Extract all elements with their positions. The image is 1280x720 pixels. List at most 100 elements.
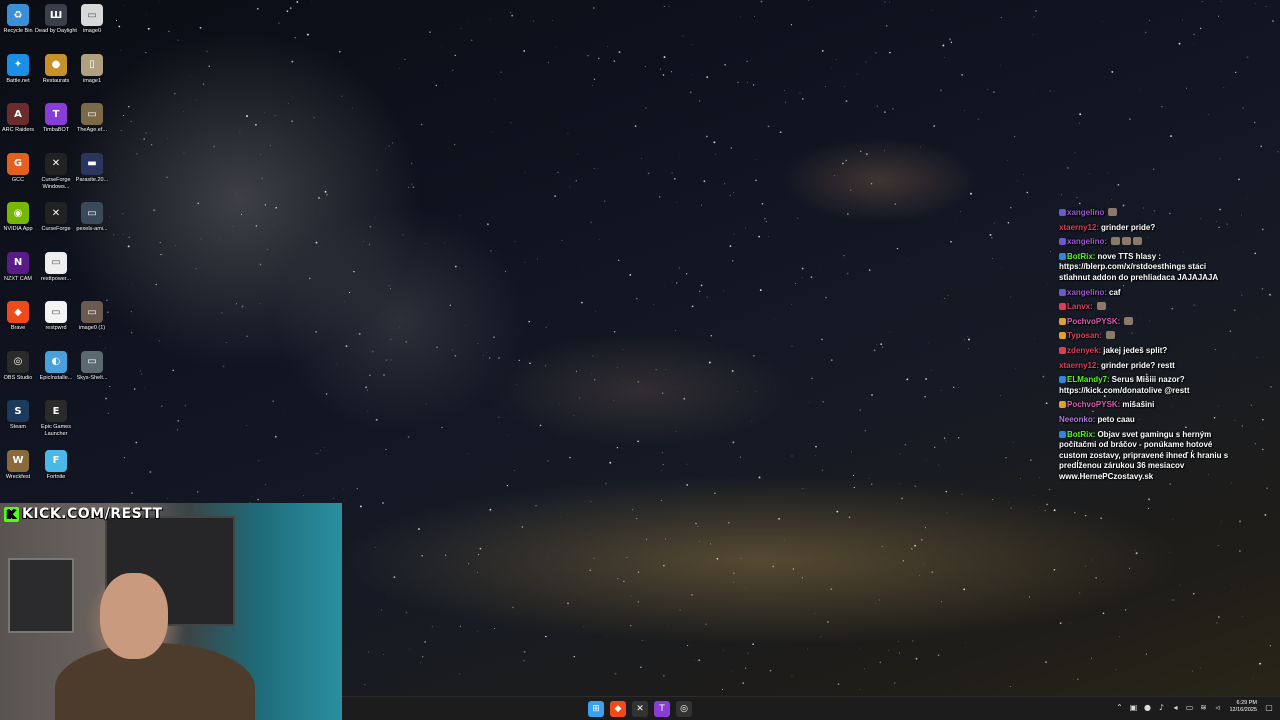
desktop-icon[interactable]: G GCC <box>0 152 36 184</box>
curseforge-taskbar-button[interactable]: ✕ <box>632 701 648 717</box>
star <box>755 179 757 182</box>
desktop-icon[interactable]: S Steam <box>0 400 36 431</box>
monitor-icon[interactable]: ▭ <box>1184 702 1194 712</box>
gcc-icon: G <box>7 152 29 175</box>
desktop-icon[interactable]: ◆ Brave <box>0 301 36 332</box>
desktop-icon[interactable]: W Wreckfest <box>0 449 36 481</box>
star <box>523 50 526 52</box>
star <box>470 39 473 41</box>
star <box>264 112 265 114</box>
star <box>691 74 692 75</box>
desktop-icon[interactable]: ▭ image0 (1) <box>74 301 110 332</box>
star <box>376 169 378 171</box>
notification-icon[interactable]: ▢ <box>1264 702 1274 712</box>
desktop-icon[interactable]: ▭ image0 <box>74 4 110 35</box>
star <box>523 650 526 653</box>
star <box>294 37 296 39</box>
star <box>768 236 769 237</box>
star <box>752 643 754 645</box>
network-icon[interactable]: ≋ <box>1198 702 1208 712</box>
star <box>617 577 619 580</box>
star <box>490 250 492 252</box>
star <box>1148 498 1150 501</box>
desktop-icon-grid: ♻ Recycle Bin Ш Dead by Daylight ▭ image0 ✦ Bat… <box>0 0 112 500</box>
star <box>835 59 837 61</box>
star <box>635 297 638 300</box>
desktop-icon[interactable]: ▭ TheAge.ef... <box>74 103 110 134</box>
desktop-icon[interactable]: ● Restaurats <box>38 53 74 85</box>
desktop-icon[interactable]: ▬ Parasite.20... <box>74 152 110 184</box>
star <box>477 571 478 573</box>
star <box>733 233 735 235</box>
star <box>912 640 914 642</box>
star <box>1253 121 1256 124</box>
desktop-icon[interactable]: N NZXT CAM <box>0 251 36 283</box>
star <box>1254 252 1256 255</box>
folder-icon[interactable]: ▣ <box>1128 702 1138 712</box>
star <box>1085 565 1087 567</box>
star <box>177 39 179 41</box>
desktop-icon[interactable]: ✕ CurseForge Windows... <box>38 152 74 191</box>
desktop-icon[interactable]: Ш Dead by Daylight <box>35 4 77 35</box>
desktop-icon[interactable]: ▭ restpwrd <box>38 301 74 332</box>
star <box>811 377 813 380</box>
desktop-icon[interactable]: ▭ pexels-ami... <box>74 202 110 233</box>
microphone-icon[interactable]: ♪ <box>1156 702 1166 712</box>
app-tray-icon[interactable]: ● <box>1142 702 1152 712</box>
desktop-icon[interactable]: ◎ OBS Studio <box>0 350 36 382</box>
desktop-icon[interactable]: F Fortnite <box>38 449 74 481</box>
desktop-icon[interactable]: ▭ Skys-Shelt... <box>74 350 110 382</box>
desktop-icon[interactable]: ✦ Battle.net <box>0 53 36 85</box>
webcam-overlay <box>0 503 342 720</box>
desktop-icon-label: TheAge.ef... <box>77 127 107 133</box>
obs-taskbar-button[interactable]: ◎ <box>676 701 692 717</box>
star <box>1238 247 1239 249</box>
desktop-icon[interactable]: ♻ Recycle Bin <box>0 4 36 35</box>
star <box>349 291 351 294</box>
star <box>700 204 703 206</box>
start-button[interactable]: ⊞ <box>588 701 604 717</box>
desktop-icon[interactable]: ▯ image1 <box>74 53 110 85</box>
star <box>130 331 133 334</box>
star <box>676 202 677 203</box>
star <box>1238 178 1240 181</box>
star <box>500 71 502 74</box>
clock[interactable]: 6:29 PM 12/16/2025 <box>1229 700 1257 714</box>
desktop-icon[interactable]: ◐ EpicInstalle... <box>38 350 74 382</box>
brave-taskbar-button[interactable]: ◆ <box>610 701 626 717</box>
star <box>444 242 445 244</box>
star <box>494 628 496 630</box>
star <box>904 444 906 446</box>
nzxt-cam-icon: N <box>7 251 29 274</box>
star <box>1009 686 1011 688</box>
star <box>790 24 793 26</box>
desktop-icon[interactable]: ◉ NVIDIA App <box>0 202 36 233</box>
star <box>848 516 851 519</box>
star <box>420 662 422 664</box>
star <box>694 659 695 661</box>
star <box>859 689 861 690</box>
desktop-icon[interactable]: E Epic Games Launcher <box>38 400 74 438</box>
star <box>1261 228 1264 231</box>
star <box>889 51 891 54</box>
star <box>364 684 366 686</box>
star <box>945 490 948 493</box>
chevron-up-icon[interactable]: ⌃ <box>1114 702 1124 712</box>
star <box>533 20 535 22</box>
taskbar: ⊞ ◆ ✕ T ◎ ⌃ ▣ ● ♪ ◂ ▭ ≋ ◃ 6:29 PM 12/16/2025 ▢ <box>342 696 1280 720</box>
star <box>536 258 539 260</box>
star <box>1250 404 1252 406</box>
desktop-icon[interactable]: ▭ resttpower... <box>38 251 74 283</box>
desktop-icon[interactable]: ✕ CurseForge <box>38 202 74 233</box>
star <box>1147 507 1150 509</box>
star <box>593 378 596 381</box>
desktop-icon[interactable]: A ARC Raiders <box>0 103 36 134</box>
star <box>291 60 294 63</box>
star <box>791 675 793 677</box>
volume-icon[interactable]: ◃ <box>1212 702 1222 712</box>
speaker-icon[interactable]: ◂ <box>1170 702 1180 712</box>
star <box>1033 16 1035 18</box>
timbabot-taskbar-button[interactable]: T <box>654 701 670 717</box>
desktop-icon[interactable]: T TimbaBOT <box>38 103 74 134</box>
star <box>898 640 900 642</box>
